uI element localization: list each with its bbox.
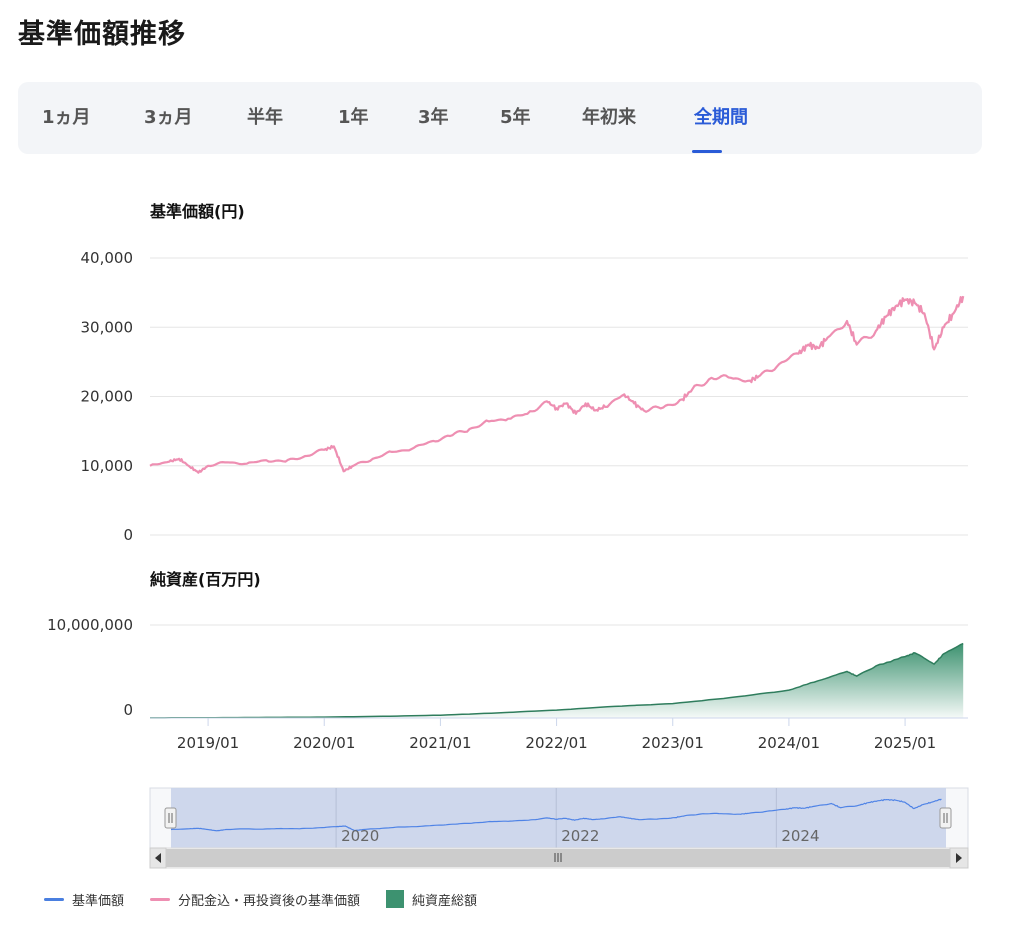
legend-item-base-price[interactable]: 基準価額: [44, 890, 124, 909]
price-y-tick-label: 40,000: [81, 249, 134, 267]
legend-label: 分配金込・再投資後の基準価額: [178, 893, 361, 909]
assets-y-tick-label: 10,000,000: [47, 616, 133, 634]
navigator-scrollbar[interactable]: [149, 847, 969, 869]
legend-line-icon: [150, 897, 171, 901]
price-y-tick-label: 10,000: [81, 457, 134, 475]
legend-item-net-assets[interactable]: 純資産総額: [386, 890, 477, 909]
price-y-tick-label: 30,000: [81, 318, 134, 336]
scroll-right-arrow-icon[interactable]: [949, 847, 969, 869]
price-y-tick-label: 0: [123, 526, 133, 544]
x-tick-label: 2022/01: [525, 734, 587, 752]
assets-y-tick-label: 0: [123, 701, 133, 719]
legend-item-reinvested-price[interactable]: 分配金込・再投資後の基準価額: [150, 890, 360, 909]
navigator-right-handle[interactable]: [939, 807, 952, 829]
legend-label: 純資産総額: [412, 893, 478, 909]
x-tick-label: 2023/01: [642, 734, 704, 752]
price-chart-title: 基準価額(円): [149, 202, 245, 221]
x-tick-label: 2025/01: [874, 734, 936, 752]
legend-label: 基準価額: [72, 893, 125, 909]
x-tick-label: 2019/01: [177, 734, 239, 752]
navigator-year-label: 2024: [781, 827, 819, 845]
assets-chart-title: 純資産(百万円): [150, 570, 261, 589]
navigator-left-handle[interactable]: [164, 807, 177, 829]
assets-area-fill: [150, 643, 964, 718]
x-tick-label: 2024/01: [758, 734, 820, 752]
x-tick-label: 2021/01: [409, 734, 471, 752]
price-y-tick-label: 20,000: [81, 388, 134, 406]
price-series-line: [149, 295, 965, 474]
x-tick-label: 2020/01: [293, 734, 355, 752]
navigator-year-label: 2020: [341, 827, 379, 845]
navigator-year-label: 2022: [561, 827, 599, 845]
legend-square-icon: [386, 890, 405, 908]
chart-legend: 基準価額 分配金込・再投資後の基準価額 純資産総額: [44, 886, 503, 912]
scroll-left-arrow-icon[interactable]: [149, 847, 167, 869]
legend-line-icon: [44, 897, 64, 901]
range-navigator[interactable]: 2020 2022 2024: [149, 787, 969, 849]
chart-area: 基準価額(円) 0 10,000 20,000 30,000 40,000 純資産(百万…: [47, 202, 969, 869]
navigator-selection[interactable]: [171, 788, 946, 848]
